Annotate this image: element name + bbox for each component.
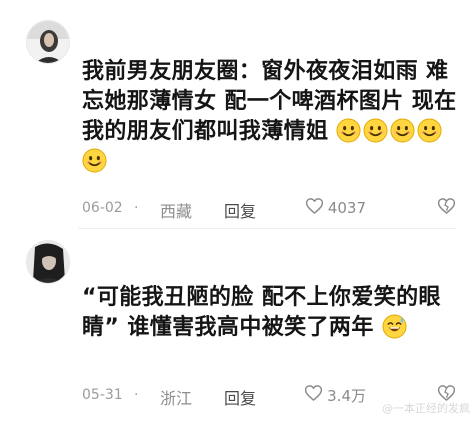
comment-item-2: “可能我丑陋的脸 配不上你爱笑的眼睛” 谁懂害我高中被笑了两年 05-31 · … — [0, 228, 474, 422]
like-button[interactable]: 4037 — [305, 197, 366, 219]
reply-button[interactable]: 回复 — [224, 385, 256, 409]
broken-heart-icon[interactable] — [437, 197, 456, 219]
heart-outline-icon — [304, 384, 323, 406]
meta-separator: · — [134, 200, 139, 216]
smile-emoji-icon — [82, 148, 107, 173]
smile-emoji-icon — [363, 118, 388, 143]
like-button[interactable]: 3.4万 — [304, 384, 366, 406]
heart-outline-icon — [305, 197, 324, 219]
smile-emoji-icon — [417, 118, 442, 143]
comment-date: 06-02 — [82, 200, 123, 216]
avatar[interactable] — [26, 240, 70, 284]
smile-emoji-icon — [336, 118, 361, 143]
like-count: 3.4万 — [327, 386, 366, 405]
comment-item-1: 我前男友朋友圈：窗外夜夜泪如雨 难忘她那薄情女 配一个啤酒杯图片 现在我的朋友们… — [0, 0, 474, 228]
smile-emoji-icon — [390, 118, 415, 143]
comment-text: “可能我丑陋的脸 配不上你爱笑的眼睛” 谁懂害我高中被笑了两年 — [82, 283, 462, 343]
avatar[interactable] — [26, 20, 70, 64]
comment-meta: 06-02 · 西藏 回复 4037 — [82, 198, 456, 222]
sweat-smile-emoji-icon — [382, 314, 407, 339]
comment-date: 05-31 — [82, 387, 123, 403]
meta-separator: · — [134, 387, 139, 403]
comment-location: 浙江 — [160, 389, 193, 408]
comment-text: 我前男友朋友圈：窗外夜夜泪如雨 难忘她那薄情女 配一个啤酒杯图片 现在我的朋友们… — [82, 57, 462, 177]
like-count: 4037 — [327, 199, 366, 217]
comment-location: 西藏 — [160, 202, 193, 221]
reply-button[interactable]: 回复 — [224, 198, 256, 222]
watermark: @一本正经的发疯 — [382, 402, 470, 415]
